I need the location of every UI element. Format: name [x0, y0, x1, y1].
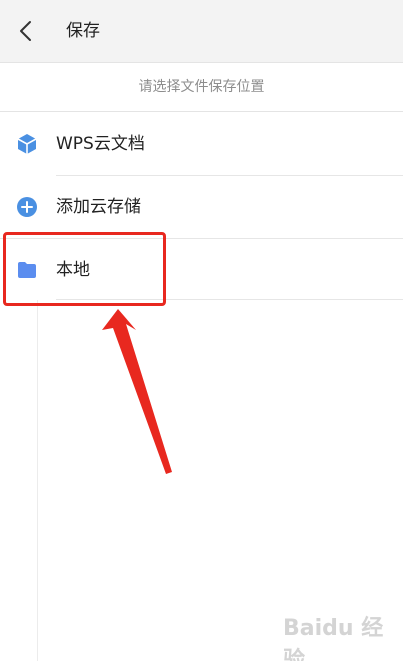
- save-location-screen: 保存 请选择文件保存位置 WPS云文档 添加云存储 本地 Baidu 经验: [0, 0, 403, 661]
- watermark: Baidu 经验: [283, 616, 384, 661]
- annotation-arrow-icon: [102, 309, 172, 474]
